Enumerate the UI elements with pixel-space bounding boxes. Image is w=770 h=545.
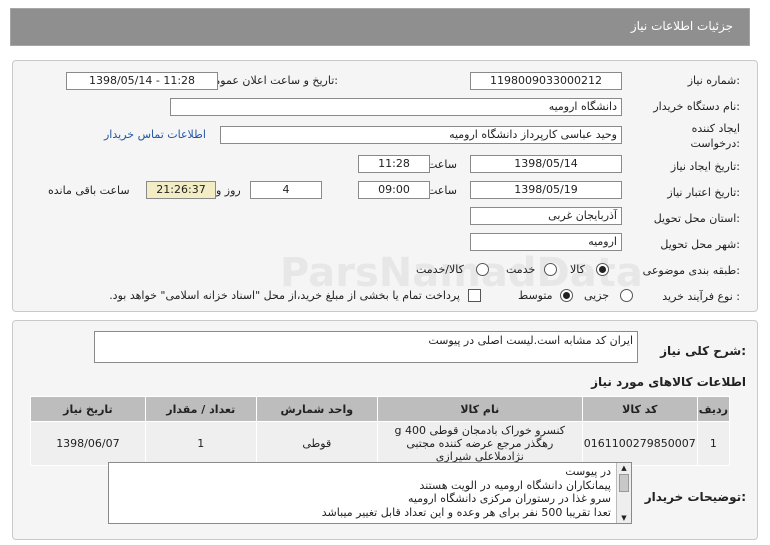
- items-section-title: اطلاعات کالاهای مورد نیاز: [591, 375, 746, 389]
- process-radio-medium[interactable]: [560, 289, 573, 302]
- col-name: نام کالا: [376, 396, 583, 422]
- description-label: شرح کلی نیاز:: [660, 344, 746, 358]
- items-table-header: ردیف کد کالا نام کالا واحد شمارش تعداد /…: [30, 396, 731, 422]
- days-and-label: روز و: [216, 184, 241, 197]
- announce-datetime-label: تاریخ و ساعت اعلان عمومی:: [205, 74, 338, 87]
- process-label: نوع فرآیند خرید :: [662, 290, 740, 303]
- cell-row: 1: [696, 421, 731, 466]
- buyer-notes-text: در پیوست پیمانکاران دانشگاه ارومیه در ال…: [111, 465, 611, 519]
- page-title: جزئیات اطلاعات نیاز: [630, 19, 733, 33]
- city-field: ارومیه: [470, 233, 622, 251]
- cell-date: 1398/06/07: [30, 421, 146, 466]
- treasury-payment-checkbox[interactable]: [468, 289, 481, 302]
- buyer-note-line: سرو غذا در رستوران مرکزی دانشگاه ارومیه: [407, 492, 611, 505]
- category-radio-goods[interactable]: [596, 263, 609, 276]
- category-label: طبقه بندی موضوعی:: [642, 264, 740, 277]
- col-unit: واحد شمارش: [255, 396, 378, 422]
- treasury-payment-note: پرداخت تمام یا بخشی از مبلغ خرید،از محل …: [109, 289, 460, 302]
- process-option-minor: جزیی: [584, 289, 610, 302]
- col-code: کد کالا: [581, 396, 698, 422]
- creator-label-line1: ایجاد کننده: [691, 122, 740, 135]
- announce-datetime-field: 1398/05/14 - 11:28: [66, 72, 218, 90]
- buyer-note-line: در پیوست: [565, 465, 611, 478]
- created-time-label: ساعت: [427, 158, 457, 171]
- remaining-time-field: 21:26:37: [146, 181, 216, 199]
- remaining-time-label: ساعت باقی مانده: [48, 184, 130, 197]
- province-field: آذربایجان غربی: [470, 207, 622, 225]
- page-header: جزئیات اطلاعات نیاز: [10, 8, 750, 46]
- buyer-notes-textarea[interactable]: ▲ ▼ در پیوست پیمانکاران دانشگاه ارومیه د…: [108, 462, 632, 524]
- table-row: 1 0161100279850007 کنسرو خوراک بادمجان ق…: [30, 421, 731, 466]
- scroll-down-icon[interactable]: ▼: [617, 513, 631, 523]
- cell-qty: 1: [144, 421, 257, 466]
- creator-field: وحید عباسی کارپرداز دانشگاه ارومیه: [220, 126, 622, 144]
- cell-code: 0161100279850007: [581, 421, 698, 466]
- cell-name: کنسرو خوراک بادمجان قوطی 400 g رهگذر مرج…: [376, 421, 583, 466]
- province-label: استان محل تحویل:: [653, 212, 740, 225]
- valid-time-label: ساعت: [427, 184, 457, 197]
- buyer-org-field: دانشگاه ارومیه: [170, 98, 622, 116]
- col-qty: تعداد / مقدار: [144, 396, 257, 422]
- created-date-field: 1398/05/14: [470, 155, 622, 173]
- creator-label-line2: درخواست:: [690, 137, 741, 150]
- scroll-up-icon[interactable]: ▲: [617, 463, 631, 473]
- items-table: ردیف کد کالا نام کالا واحد شمارش تعداد /…: [30, 396, 731, 466]
- remaining-days-field: 4: [250, 181, 322, 199]
- valid-time-field: 09:00: [358, 181, 430, 199]
- buyer-contact-link[interactable]: اطلاعات تماس خریدار: [104, 128, 206, 141]
- city-label: شهر محل تحویل:: [660, 238, 740, 251]
- category-option-goods: کالا: [570, 263, 585, 276]
- need-number-field: 1198009033000212: [470, 72, 622, 90]
- scroll-thumb[interactable]: [619, 474, 629, 492]
- buyer-org-label: نام دستگاه خریدار:: [653, 100, 740, 113]
- created-date-label: تاریخ ایجاد نیاز:: [670, 160, 740, 173]
- category-option-service: خدمت: [506, 263, 536, 276]
- category-option-goods-service: کالا/خدمت: [416, 263, 464, 276]
- need-number-label: شماره نیاز:: [687, 74, 740, 87]
- created-time-field: 11:28: [358, 155, 430, 173]
- description-field: ایران کد مشابه است.لیست اصلی در پیوست: [94, 331, 638, 363]
- valid-date-label: تاریخ اعتبار نیاز:: [667, 186, 740, 199]
- category-radio-goods-service[interactable]: [476, 263, 489, 276]
- cell-unit: قوطی: [255, 421, 378, 466]
- valid-date-field: 1398/05/19: [470, 181, 622, 199]
- buyer-notes-scrollbar[interactable]: ▲ ▼: [616, 463, 631, 523]
- category-radio-service[interactable]: [544, 263, 557, 276]
- process-radio-minor[interactable]: [620, 289, 633, 302]
- col-date: تاریخ نیاز: [30, 396, 146, 422]
- buyer-note-line: پیمانکاران دانشگاه ارومیه در الویت هستند: [419, 478, 611, 492]
- process-option-medium: متوسط: [518, 289, 553, 302]
- buyer-notes-label: توضیحات خریدار:: [644, 490, 746, 504]
- buyer-note-line: تعدا تقریبا 500 نفر برای هر وعده و این ت…: [321, 505, 611, 519]
- col-row: ردیف: [696, 396, 731, 422]
